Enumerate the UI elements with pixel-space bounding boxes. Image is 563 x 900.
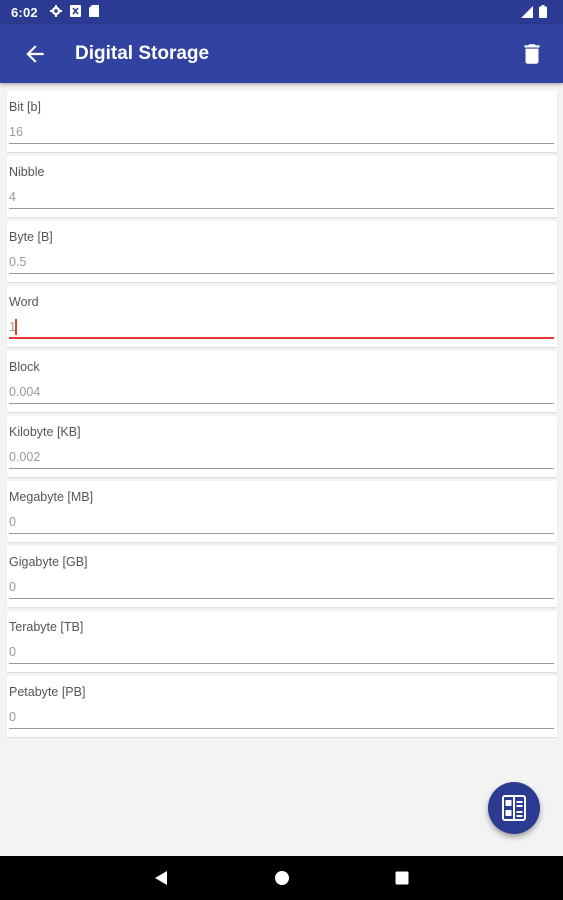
unit-list-icon	[502, 795, 526, 821]
page-title: Digital Storage	[75, 43, 210, 64]
unit-row: Terabyte [TB]	[7, 611, 557, 672]
unit-label: Bit [b]	[9, 100, 41, 114]
recents-square-icon	[395, 871, 409, 885]
unit-value-input[interactable]	[9, 705, 554, 729]
unit-value-input[interactable]	[9, 250, 554, 274]
trash-icon	[524, 44, 540, 64]
input-underline	[9, 337, 554, 339]
unit-label: Megabyte [MB]	[9, 490, 94, 504]
unit-label: Word	[9, 295, 39, 309]
text-cursor	[15, 319, 17, 335]
unit-row: Bit [b]	[7, 91, 557, 152]
unit-value-input[interactable]	[9, 510, 554, 534]
unit-value-input[interactable]	[9, 640, 554, 664]
back-button[interactable]	[22, 41, 48, 67]
input-underline	[9, 468, 554, 469]
back-triangle-icon	[155, 871, 167, 885]
input-underline	[9, 403, 554, 404]
input-underline	[9, 273, 554, 274]
unit-row: Nibble	[7, 156, 557, 217]
signal-icon	[521, 5, 533, 18]
status-right-icons	[521, 5, 547, 18]
unit-row: Petabyte [PB]	[7, 676, 557, 737]
unit-row: Word	[7, 286, 557, 347]
input-underline	[9, 728, 554, 729]
input-underline	[9, 208, 554, 209]
nav-home-button[interactable]	[272, 868, 292, 888]
unit-value-input[interactable]	[9, 575, 554, 599]
gear-icon	[50, 5, 62, 17]
arrow-left-icon	[26, 45, 44, 63]
system-nav-bar	[0, 856, 563, 900]
status-left-icons	[50, 5, 99, 17]
unit-value-input[interactable]	[9, 120, 554, 144]
unit-list-fab-button[interactable]	[488, 782, 540, 834]
unit-label: Terabyte [TB]	[9, 620, 84, 634]
unit-value-input[interactable]	[9, 380, 554, 404]
nav-recents-button[interactable]	[392, 868, 412, 888]
unit-label: Block	[9, 360, 40, 374]
unit-label: Gigabyte [GB]	[9, 555, 88, 569]
input-underline	[9, 533, 554, 534]
unit-row: Megabyte [MB]	[7, 481, 557, 542]
delete-button[interactable]	[519, 40, 545, 68]
input-underline	[9, 663, 554, 664]
battery-icon	[539, 5, 547, 18]
home-circle-icon	[275, 871, 289, 885]
notification-icon	[70, 5, 81, 17]
status-time: 6:02	[11, 5, 38, 20]
nav-back-button[interactable]	[151, 868, 171, 888]
sd-card-icon	[89, 5, 99, 17]
unit-list: Bit [b] Nibble Byte [B] Word Block Kilobyte […	[7, 91, 557, 741]
app-bar: Digital Storage	[0, 24, 563, 83]
unit-label: Kilobyte [KB]	[9, 425, 81, 439]
unit-row: Byte [B]	[7, 221, 557, 282]
unit-row: Kilobyte [KB]	[7, 416, 557, 477]
unit-value-input[interactable]	[9, 185, 554, 209]
unit-label: Nibble	[9, 165, 45, 179]
unit-value-input[interactable]	[9, 445, 554, 469]
unit-row: Block	[7, 351, 557, 412]
unit-label: Petabyte [PB]	[9, 685, 86, 699]
input-underline	[9, 598, 554, 599]
unit-label: Byte [B]	[9, 230, 53, 244]
unit-value-input[interactable]	[9, 315, 554, 339]
unit-row: Gigabyte [GB]	[7, 546, 557, 607]
input-underline	[9, 143, 554, 144]
status-bar: 6:02	[0, 0, 563, 24]
